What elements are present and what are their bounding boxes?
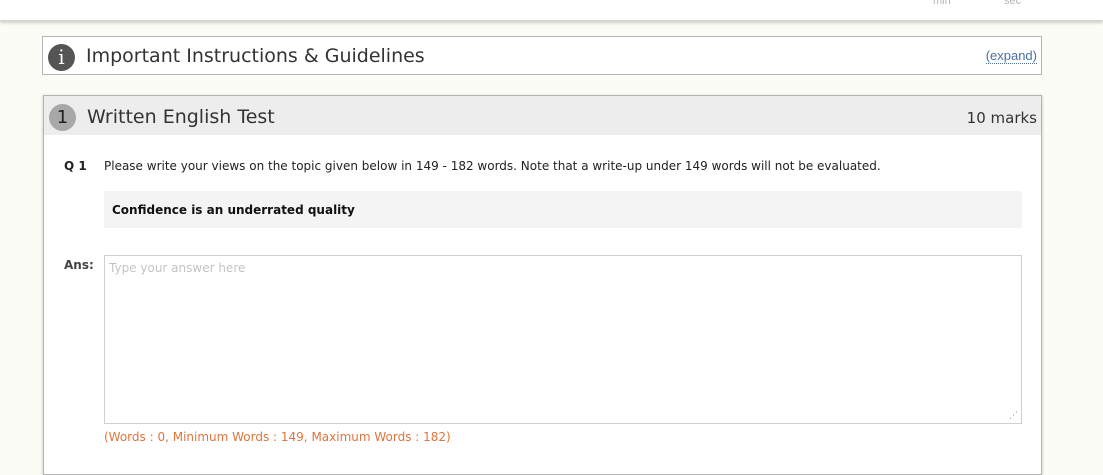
question-label: Q 1 — [64, 159, 87, 173]
topic-text: Confidence is an underrated quality — [112, 203, 355, 217]
expand-link[interactable]: (expand) — [985, 48, 1037, 64]
word-count-status: (Words : 0, Minimum Words : 149, Maximum… — [104, 430, 451, 444]
test-section: 1 Written English Test 10 marks Q 1 Plea… — [43, 95, 1042, 475]
top-bar: min sec — [0, 0, 1103, 21]
question-text: Please write your views on the topic giv… — [104, 159, 881, 173]
instructions-title: Important Instructions & Guidelines — [86, 45, 425, 67]
timer-sec-label: sec — [1004, 0, 1022, 7]
answer-label: Ans: — [64, 258, 94, 272]
resize-grip-icon[interactable]: ⋰ — [1009, 411, 1019, 421]
instructions-panel: i Important Instructions & Guidelines (e… — [42, 36, 1042, 75]
section-header: 1 Written English Test 10 marks — [44, 96, 1041, 135]
section-number-badge: 1 — [49, 104, 76, 131]
answer-textarea[interactable] — [104, 255, 1022, 424]
timer-min-label: min — [933, 0, 951, 7]
section-marks: 10 marks — [966, 109, 1037, 127]
section-title: Written English Test — [87, 106, 275, 128]
topic-box: Confidence is an underrated quality — [104, 191, 1022, 228]
info-icon: i — [48, 44, 75, 71]
